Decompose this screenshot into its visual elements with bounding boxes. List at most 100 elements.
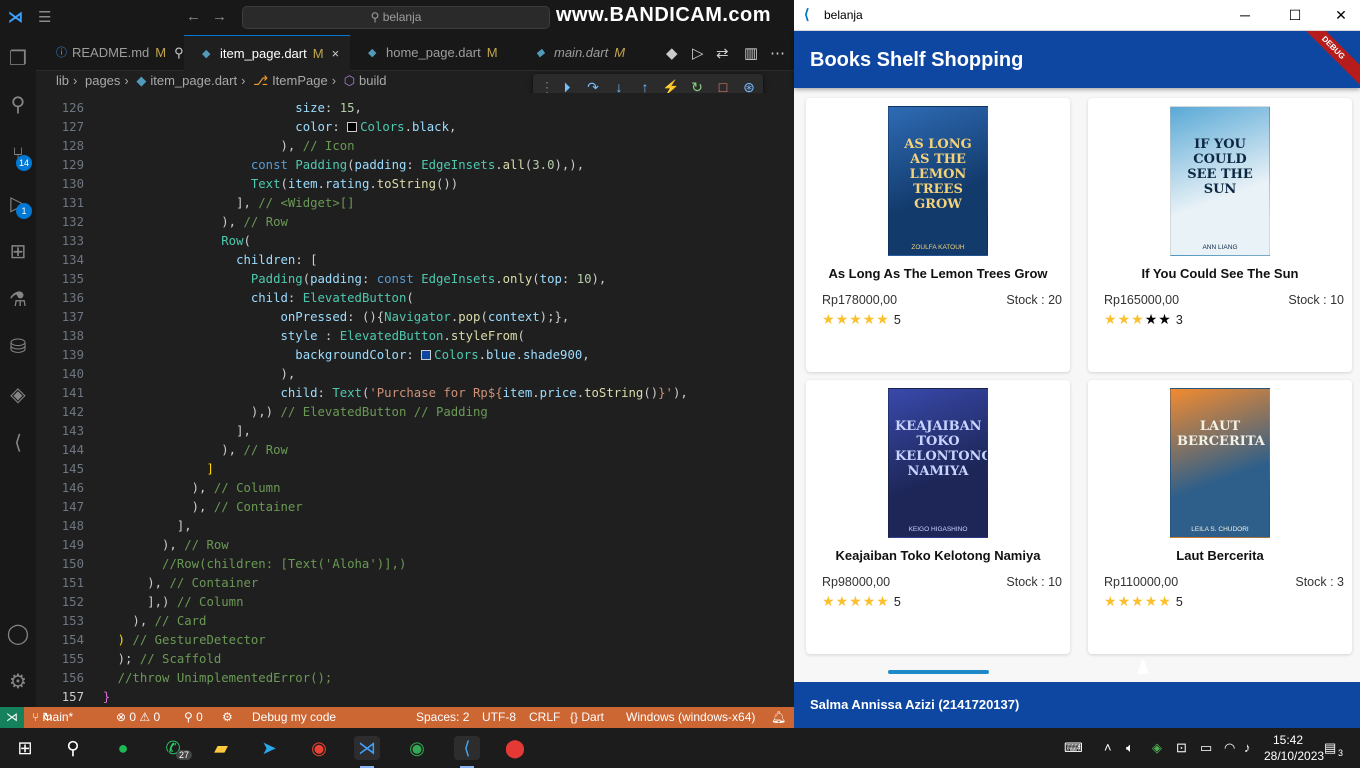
chrome-profile-icon[interactable]: ◉	[404, 736, 430, 760]
product-card[interactable]: IF YOU COULD SEE THE SUN ANN LIANG If You …	[1088, 98, 1352, 372]
language-status[interactable]: {} Dart	[570, 707, 604, 728]
app-bar: Books Shelf Shopping DEBUG	[794, 31, 1360, 88]
status-bar: ⋊ ⑂ main* ↻ ⊗ 0 ⚠ 0 ⚲ 0 ⚙ Debug my code …	[0, 707, 794, 728]
dart-file-icon: ◆	[536, 47, 545, 59]
star-icon: ★	[876, 593, 890, 609]
star-icon: ★	[835, 311, 850, 327]
cover-title: KEAJAIBAN TOKO KELONTONG NAMIYA	[895, 419, 988, 479]
notification-count: 3	[1338, 748, 1344, 758]
camera-icon[interactable]: ⊡	[1176, 740, 1187, 756]
tab-home-page[interactable]: ◆ home_page.dart M	[350, 35, 518, 71]
breadcrumb-pages[interactable]: pages	[85, 73, 120, 88]
rating-stars: ★★★★★ 3	[1104, 311, 1183, 328]
code-line: ),) // ElevatedButton // Padding	[88, 405, 488, 419]
search-icon[interactable]: ⚲	[6, 93, 30, 117]
settings-gear-icon[interactable]: ⚙	[6, 670, 30, 694]
split-editor-icon[interactable]: ▥	[744, 44, 758, 62]
eol-status[interactable]: CRLF	[529, 707, 560, 728]
star-icon: ★	[1117, 311, 1132, 327]
back-arrow-icon[interactable]: ←	[186, 8, 201, 25]
bandicam-icon[interactable]: ⬤	[502, 736, 528, 760]
rating-value: 5	[1175, 595, 1183, 609]
account-icon[interactable]: ◯	[6, 622, 30, 646]
speaker-icon[interactable]: ♪	[1244, 740, 1251, 755]
telegram-icon[interactable]: ➤	[256, 736, 282, 760]
layers-icon[interactable]: ◈	[6, 383, 30, 407]
code-line: ),	[88, 367, 296, 381]
debug-badge: 1	[16, 203, 32, 219]
vscode-taskbar-icon[interactable]: ⋊	[354, 736, 380, 760]
shield-icon[interactable]: ◈	[1152, 740, 1162, 756]
mouse-cursor-icon	[1137, 658, 1149, 674]
testing-icon[interactable]: ⚗	[6, 288, 30, 312]
minimize-button[interactable]: ─	[1222, 4, 1268, 26]
notification-center-icon[interactable]: ▤	[1324, 740, 1336, 756]
tab-readme[interactable]: ⓘ README.md M ⚲	[36, 35, 184, 71]
clock[interactable]: 15:42 28/10/2023	[1264, 732, 1324, 764]
more-actions-icon[interactable]: ⋯	[770, 44, 785, 62]
breadcrumb-file[interactable]: item_page.dart	[150, 73, 237, 88]
book-title: Keajaiban Toko Kelotong Namiya	[835, 548, 1041, 563]
breadcrumb-method[interactable]: build	[359, 73, 386, 88]
star-icon: ★	[1117, 593, 1132, 609]
product-card[interactable]: KEAJAIBAN TOKO KELONTONG NAMIYA KEIGO HIG…	[806, 380, 1070, 654]
keyboard-icon[interactable]: ⌨	[1064, 740, 1083, 756]
database-icon[interactable]: ⛁	[6, 335, 30, 359]
window-titlebar: ⟨ belanja ─ ☐ ✕	[794, 0, 1360, 31]
menu-icon[interactable]: ☰	[38, 8, 51, 26]
command-center-search[interactable]: ⚲ belanja	[242, 6, 550, 29]
search-icon[interactable]: ⚲	[60, 736, 86, 760]
flutter-devtools-icon[interactable]: ◆	[666, 44, 678, 62]
code-line: ), // Container	[88, 576, 259, 590]
book-price: Rp165000,00	[1104, 293, 1180, 307]
chrome-icon[interactable]: ◉	[306, 736, 332, 760]
run-icon[interactable]: ▷	[692, 44, 704, 62]
code-line: const Padding(padding: EdgeInsets.all(3.…	[250, 158, 585, 172]
git-branch-status[interactable]: ⑂ main* ↻	[32, 707, 73, 728]
whatsapp-badge: 27	[176, 750, 193, 760]
battery-icon[interactable]: ▭	[1200, 740, 1212, 756]
compare-icon[interactable]: ⇄	[716, 44, 729, 62]
show-hidden-icons[interactable]: ˄	[1104, 740, 1112, 755]
product-grid[interactable]: AS LONG AS THE LEMON TREES GROW ZOULFA KA…	[794, 88, 1360, 682]
close-window-button[interactable]: ✕	[1318, 4, 1360, 26]
forward-arrow-icon[interactable]: →	[212, 8, 227, 25]
extensions-icon[interactable]: ⊞	[6, 240, 30, 264]
remote-icon[interactable]: ⋊	[0, 707, 24, 728]
maximize-button[interactable]: ☐	[1272, 4, 1318, 26]
pin-icon[interactable]: ⚲	[174, 45, 184, 60]
window-title: belanja	[824, 8, 863, 22]
code-line: Text(item.rating.toString())	[250, 177, 459, 191]
code-editor[interactable]: size: 15, color: Colors.black, ), // Ico…	[88, 93, 794, 707]
indentation-status[interactable]: Spaces: 2	[416, 707, 469, 728]
device-status[interactable]: Windows (windows-x64)	[626, 707, 755, 728]
flutter-taskbar-icon[interactable]: ⟨	[454, 736, 480, 760]
code-line: ), // Row	[88, 443, 288, 457]
volume-icon[interactable]: 🔈︎	[1126, 740, 1134, 756]
rating-value: 5	[893, 595, 901, 609]
flutter-icon[interactable]: ⟨	[6, 431, 30, 455]
spotify-icon[interactable]: ●	[110, 736, 136, 760]
debug-config-status[interactable]: Debug my code	[252, 707, 336, 728]
desktop-root: ⋊ ☰ ← → ⚲ belanja www.BANDICAM.com ❐ ⚲ ⑂…	[0, 0, 1360, 768]
tab-main[interactable]: ◆ main.dart M	[518, 35, 638, 71]
explorer-icon[interactable]: ❐	[6, 47, 30, 71]
problems-status[interactable]: ⊗ 0 ⚠ 0	[116, 707, 160, 728]
product-card[interactable]: LAUT BERCERITA LEILA S. CHUDORI Laut Berce…	[1088, 380, 1352, 654]
breadcrumb-class[interactable]: ItemPage	[272, 73, 328, 88]
notification-bell-icon[interactable]: 🔔︎	[771, 707, 786, 728]
product-card[interactable]: AS LONG AS THE LEMON TREES GROW ZOULFA KA…	[806, 98, 1070, 372]
wifi-icon[interactable]: ◠	[1224, 740, 1235, 756]
windows-start-icon[interactable]: ⊞	[12, 736, 38, 760]
ports-status[interactable]: ⚲ 0	[184, 707, 203, 728]
cover-title: IF YOU COULD SEE THE SUN	[1187, 137, 1253, 197]
file-explorer-icon[interactable]: ▰	[208, 736, 234, 760]
star-icon: ★	[1104, 311, 1118, 327]
cover-author: LEILA S. CHUDORI	[1191, 526, 1249, 533]
close-tab-icon[interactable]: ×	[332, 46, 340, 61]
encoding-status[interactable]: UTF-8	[482, 707, 516, 728]
scroll-indicator	[888, 670, 989, 674]
tab-item-page[interactable]: ◆ item_page.dart M ×	[184, 35, 350, 71]
breadcrumb-lib[interactable]: lib	[56, 73, 69, 88]
book-stock: Stock : 3	[1295, 575, 1344, 589]
